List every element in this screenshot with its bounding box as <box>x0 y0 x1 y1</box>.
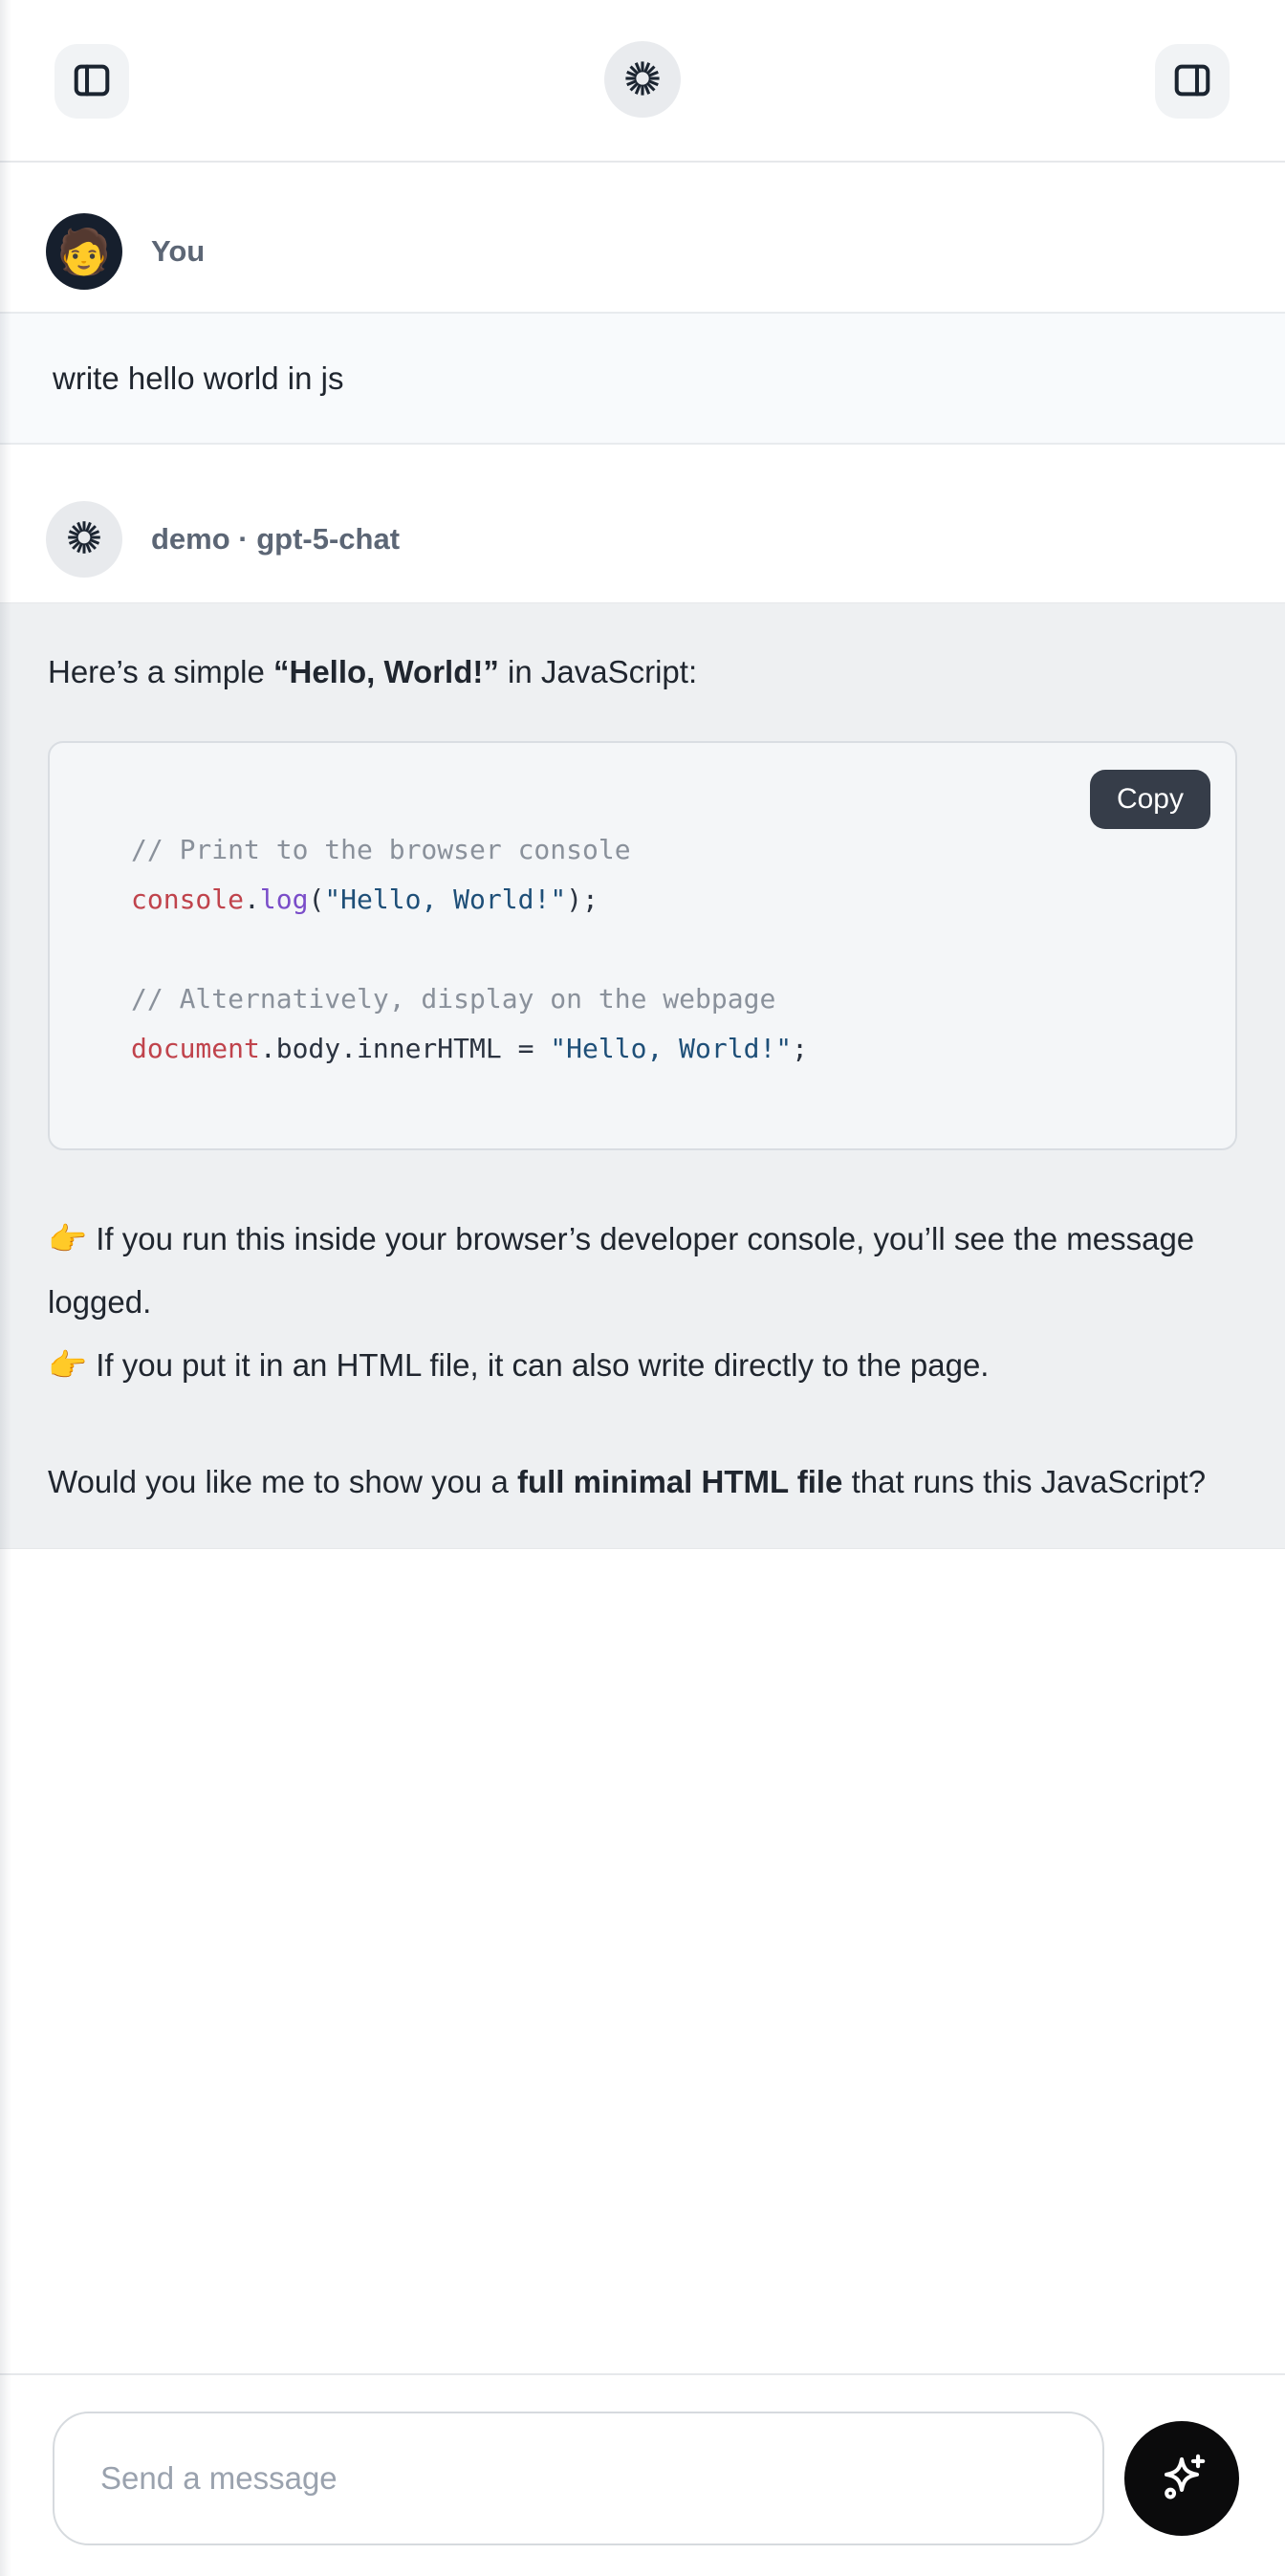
assistant-sender-row: demo · gpt-5-chat <box>46 501 1285 578</box>
model-button[interactable] <box>604 41 681 118</box>
assistant-sender-name: demo · gpt-5-chat <box>151 522 400 557</box>
person-emoji-icon: 🧑 <box>56 229 111 273</box>
code-block: Copy // Print to the browser consolecons… <box>48 741 1237 1150</box>
assistant-tips-paragraph: 👉 If you run this inside your browser’s … <box>48 1208 1237 1397</box>
assistant-intro-paragraph: Here’s a simple “Hello, World!” in JavaS… <box>48 647 1237 697</box>
assistant-starburst-icon <box>64 517 104 562</box>
model-starburst-icon <box>621 57 664 102</box>
user-sender-name: You <box>151 234 205 269</box>
copy-code-button[interactable]: Copy <box>1090 770 1210 829</box>
header <box>0 0 1285 163</box>
user-avatar: 🧑 <box>46 213 122 290</box>
message-input[interactable] <box>53 2412 1104 2545</box>
user-message-bubble: write hello world in js <box>0 312 1285 445</box>
sparkle-plus-icon <box>1152 2448 1211 2510</box>
sidebar-left-toggle-button[interactable] <box>54 44 129 119</box>
send-button[interactable] <box>1124 2421 1239 2536</box>
sidebar-left-toggle-icon <box>70 58 114 105</box>
chat-page: 🧑 You write hello world in js demo · gpt… <box>0 0 1285 2576</box>
composer-bar <box>0 2373 1285 2576</box>
code-content: // Print to the browser consoleconsole.l… <box>131 825 1207 1074</box>
sidebar-right-toggle-button[interactable] <box>1155 44 1230 119</box>
assistant-question-paragraph: Would you like me to show you a full min… <box>48 1451 1237 1514</box>
assistant-message-body: Here’s a simple “Hello, World!” in JavaS… <box>0 602 1285 1549</box>
sidebar-right-toggle-icon <box>1170 58 1214 105</box>
user-message-text: write hello world in js <box>53 360 343 397</box>
assistant-avatar <box>46 501 122 578</box>
user-sender-row: 🧑 You <box>46 213 1285 290</box>
